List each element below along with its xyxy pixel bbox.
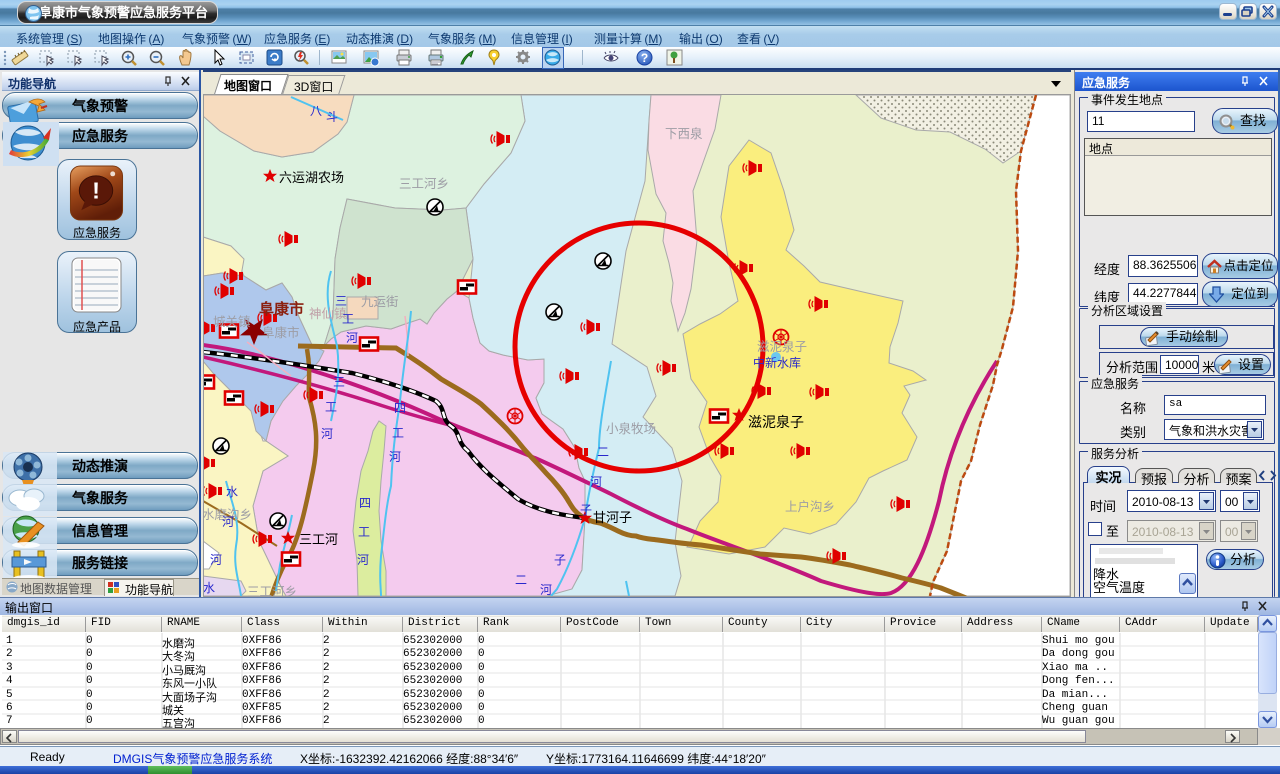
svg-text:四: 四: [394, 401, 406, 415]
svg-text:阜康市: 阜康市: [262, 325, 300, 340]
svg-text:河: 河: [222, 515, 234, 529]
svg-text:二: 二: [515, 573, 527, 587]
svg-text:斗: 斗: [326, 110, 338, 124]
svg-text:!: !: [92, 177, 100, 203]
svg-text:河: 河: [590, 475, 602, 489]
svg-text:上户沟乡: 上户沟乡: [785, 499, 835, 514]
svg-text:滋泥泉子: 滋泥泉子: [748, 414, 804, 430]
svg-text:水: 水: [226, 485, 238, 499]
svg-text:三工河乡: 三工河乡: [247, 585, 297, 596]
svg-text:子: 子: [580, 503, 592, 517]
svg-text:河: 河: [540, 583, 552, 596]
svg-text:子: 子: [554, 553, 566, 567]
svg-text:九运街: 九运街: [361, 295, 399, 309]
svg-text:二: 二: [597, 445, 609, 459]
svg-text:河: 河: [357, 553, 369, 567]
svg-text:?: ?: [641, 51, 648, 65]
svg-text:工: 工: [358, 525, 370, 539]
svg-text:河: 河: [346, 331, 358, 345]
svg-text:甘河子: 甘河子: [593, 510, 632, 525]
svg-text:河: 河: [389, 450, 401, 464]
svg-text:四: 四: [359, 496, 371, 510]
svg-text:六运湖农场: 六运湖农场: [279, 170, 344, 185]
svg-text:下西泉: 下西泉: [665, 126, 703, 141]
svg-text:水: 水: [204, 581, 215, 595]
svg-text:三工河乡: 三工河乡: [399, 177, 449, 191]
svg-text:城关镇: 城关镇: [213, 315, 251, 329]
svg-text:河: 河: [210, 553, 222, 567]
svg-text:阜康市: 阜康市: [259, 300, 304, 318]
svg-text:工: 工: [392, 426, 404, 440]
svg-text:中新水库: 中新水库: [753, 355, 801, 370]
svg-text:三: 三: [333, 375, 345, 389]
svg-text:神仙镇: 神仙镇: [309, 307, 347, 321]
svg-text:三工河: 三工河: [299, 532, 338, 547]
svg-text:工: 工: [342, 312, 354, 326]
svg-text:三: 三: [335, 294, 347, 308]
svg-text:工: 工: [325, 400, 337, 414]
svg-text:河: 河: [321, 427, 333, 441]
svg-text:小泉牧场: 小泉牧场: [606, 421, 656, 436]
svg-text:八: 八: [310, 104, 322, 118]
svg-text:滋泥泉子: 滋泥泉子: [757, 339, 807, 354]
